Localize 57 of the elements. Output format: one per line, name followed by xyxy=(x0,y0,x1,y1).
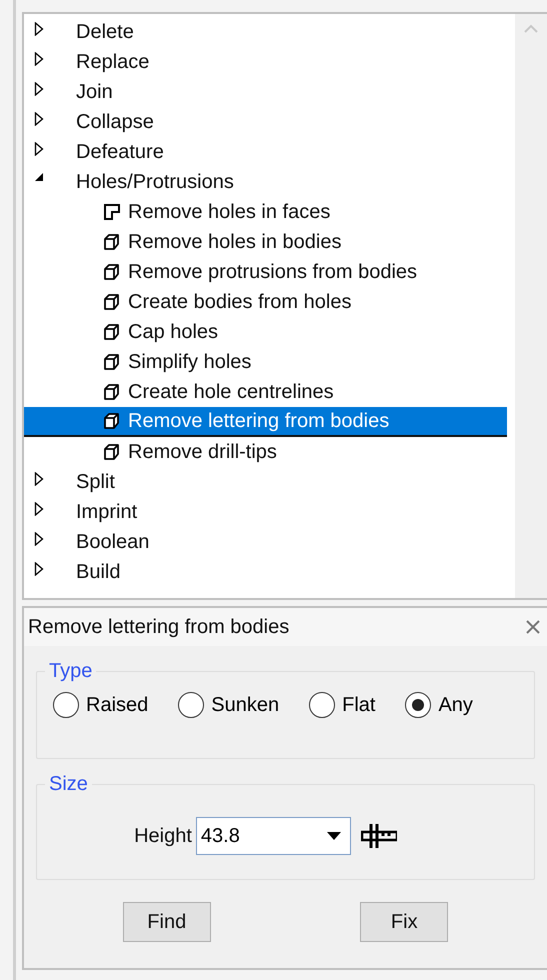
group-legend: Type xyxy=(45,656,96,686)
panel-title: Remove lettering from bodies xyxy=(28,615,290,640)
face-icon xyxy=(102,202,122,222)
cube-icon xyxy=(102,382,122,402)
dropdown-caret-icon[interactable] xyxy=(326,831,342,841)
cube-icon xyxy=(102,322,122,342)
cube-icon xyxy=(102,352,122,372)
cube-icon xyxy=(102,232,122,252)
tree-item[interactable]: Build xyxy=(76,557,120,587)
close-icon[interactable] xyxy=(525,619,541,635)
radio-option[interactable]: Sunken xyxy=(178,690,280,720)
collapsed-triangle-icon[interactable] xyxy=(34,52,44,66)
scrollbar[interactable] xyxy=(515,14,547,598)
tree-item[interactable]: Imprint xyxy=(76,497,138,527)
tree-item[interactable]: Remove lettering from bodies xyxy=(24,407,507,437)
tree-item[interactable]: Remove drill-tips xyxy=(24,437,515,467)
cube-icon xyxy=(102,262,122,282)
radio-button[interactable] xyxy=(53,692,79,718)
tree-item[interactable]: Replace xyxy=(76,47,150,77)
tree-item[interactable]: Join xyxy=(76,77,113,107)
action-button[interactable]: Find xyxy=(122,902,211,942)
tree-item[interactable]: Split xyxy=(76,467,115,497)
collapsed-triangle-icon[interactable] xyxy=(34,82,44,96)
tree-item[interactable]: Remove holes in bodies xyxy=(24,227,515,257)
tree-item[interactable]: Boolean xyxy=(76,527,150,557)
cube-icon xyxy=(102,292,122,312)
ruler-icon[interactable] xyxy=(360,823,397,849)
collapsed-triangle-icon[interactable] xyxy=(34,472,44,486)
collapsed-triangle-icon[interactable] xyxy=(34,22,44,36)
tree-item[interactable]: Delete xyxy=(76,17,134,47)
action-button[interactable]: Fix xyxy=(360,902,448,942)
radio-option[interactable]: Raised xyxy=(53,690,148,720)
expanded-triangle-icon[interactable] xyxy=(34,172,44,182)
tree-item[interactable]: Create hole centrelines xyxy=(24,377,515,407)
tree-item[interactable]: Defeature xyxy=(76,137,164,167)
tree-item[interactable]: Holes/Protrusions xyxy=(76,167,234,197)
tree-item[interactable]: Collapse xyxy=(76,107,154,137)
tree-item[interactable]: Remove protrusions from bodies xyxy=(24,257,515,287)
cube-icon xyxy=(102,411,122,431)
radio-option[interactable]: Any xyxy=(405,690,473,720)
radio-button[interactable] xyxy=(309,692,336,718)
radio-button[interactable] xyxy=(405,692,432,718)
collapsed-triangle-icon[interactable] xyxy=(34,562,44,576)
radio-option[interactable]: Flat xyxy=(309,690,376,720)
height-label: Height xyxy=(134,824,192,849)
tree-item[interactable]: Simplify holes xyxy=(24,347,515,377)
collapsed-triangle-icon[interactable] xyxy=(34,532,44,546)
tree-item[interactable]: Cap holes xyxy=(24,317,515,347)
collapsed-triangle-icon[interactable] xyxy=(34,142,44,156)
height-combobox[interactable]: 43.8 xyxy=(196,817,351,855)
tree-item[interactable]: Remove holes in faces xyxy=(24,197,515,227)
tree-item[interactable]: Create bodies from holes xyxy=(24,287,515,317)
collapsed-triangle-icon[interactable] xyxy=(34,502,44,516)
group-legend: Size xyxy=(45,769,92,799)
radio-button[interactable] xyxy=(178,692,204,718)
collapsed-triangle-icon[interactable] xyxy=(34,112,44,126)
cube-icon xyxy=(102,442,122,462)
